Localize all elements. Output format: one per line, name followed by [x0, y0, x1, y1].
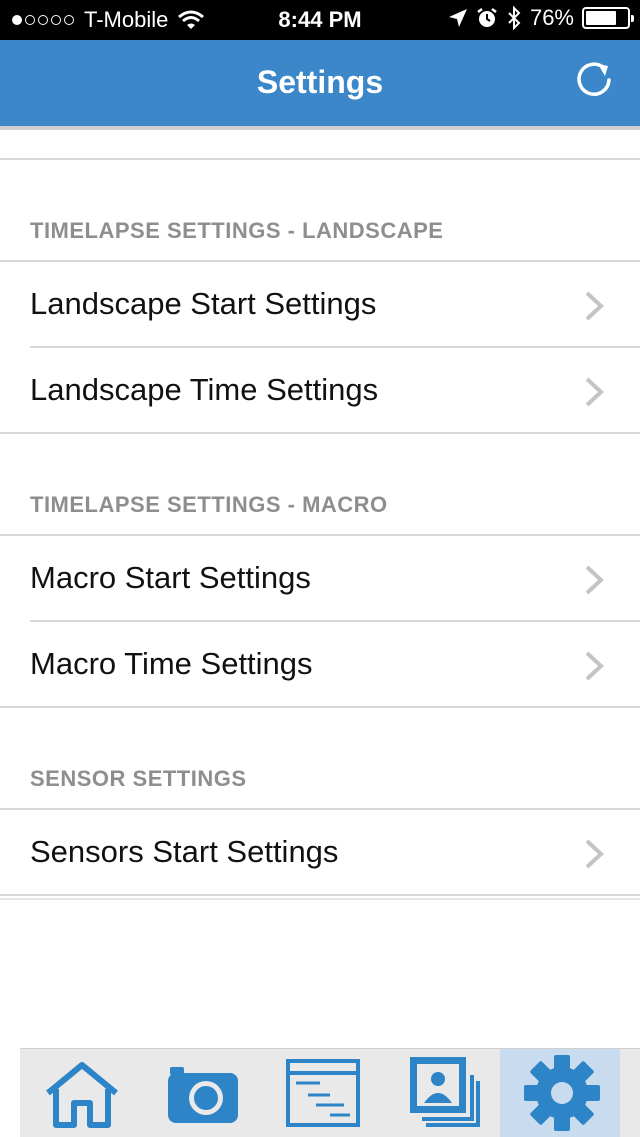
section-header-macro: TIMELAPSE SETTINGS - MACRO [30, 492, 388, 517]
tab-gallery[interactable] [380, 1049, 500, 1137]
row-label: Landscape Start Settings [30, 286, 377, 321]
location-icon [448, 9, 467, 27]
home-icon [46, 1062, 118, 1128]
tab-home[interactable] [20, 1049, 140, 1137]
tab-bar [20, 1048, 640, 1137]
divider [0, 158, 640, 160]
section-header-landscape: TIMELAPSE SETTINGS - LANDSCAPE [30, 218, 444, 243]
gallery-icon [410, 1057, 480, 1127]
bluetooth-icon [508, 6, 521, 30]
row-label: Macro Start Settings [30, 560, 311, 595]
macro-start-settings-row[interactable]: Macro Start Settings [0, 536, 640, 622]
chevron-right-icon [585, 565, 604, 595]
battery-icon [582, 7, 634, 29]
landscape-time-settings-row[interactable]: Landscape Time Settings [0, 348, 640, 434]
tab-camera[interactable] [140, 1049, 260, 1137]
landscape-start-settings-row[interactable]: Landscape Start Settings [0, 262, 640, 348]
camera-icon [168, 1067, 238, 1123]
alarm-icon [477, 8, 497, 27]
chevron-right-icon [585, 839, 604, 869]
refresh-icon[interactable] [572, 58, 616, 102]
page-title: Settings [256, 64, 384, 100]
tab-settings[interactable] [500, 1049, 620, 1137]
navigation-bar: Settings [0, 40, 640, 126]
nav-divider [0, 126, 640, 130]
chevron-right-icon [585, 377, 604, 407]
status-bar: T-Mobile 8:44 PM 76% [0, 0, 640, 40]
divider [0, 432, 640, 434]
sensors-start-settings-row[interactable]: Sensors Start Settings [0, 810, 640, 896]
row-label: Landscape Time Settings [30, 372, 379, 407]
divider [0, 706, 640, 708]
chevron-right-icon [585, 291, 604, 321]
divider [0, 898, 640, 900]
row-label: Macro Time Settings [30, 646, 313, 681]
row-label: Sensors Start Settings [30, 834, 339, 869]
sequence-icon [286, 1059, 360, 1127]
gear-icon [524, 1055, 600, 1131]
battery-percent: 76% [529, 5, 574, 30]
macro-time-settings-row[interactable]: Macro Time Settings [0, 622, 640, 708]
section-header-sensor: SENSOR SETTINGS [30, 766, 247, 791]
tab-sequence[interactable] [260, 1049, 380, 1137]
divider [0, 894, 640, 896]
chevron-right-icon [585, 651, 604, 681]
